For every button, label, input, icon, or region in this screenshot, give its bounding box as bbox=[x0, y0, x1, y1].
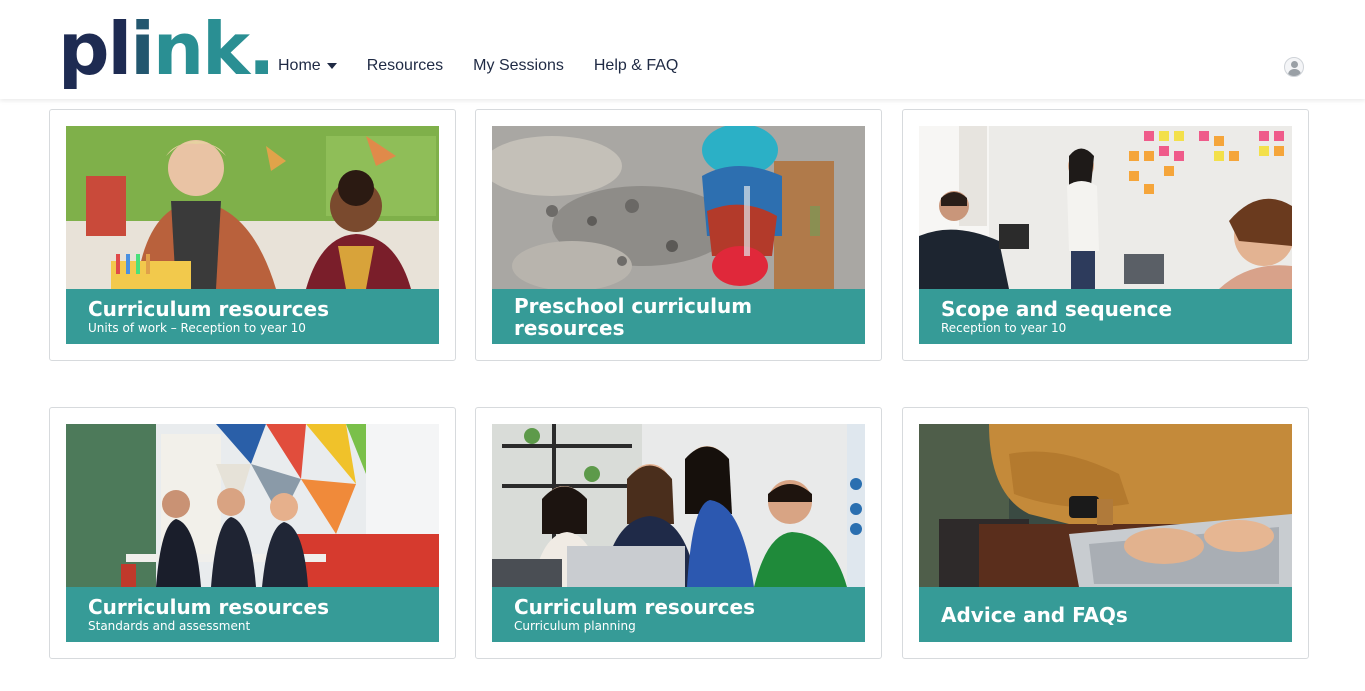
card-subtitle: Reception to year 10 bbox=[941, 320, 1067, 335]
card-title: Advice and FAQs bbox=[941, 602, 1128, 627]
card-subtitle: Curriculum planning bbox=[514, 618, 636, 633]
chevron-down-icon bbox=[326, 63, 337, 69]
card-banner: Curriculum resources Units of work – Rec… bbox=[66, 289, 439, 344]
card-scope-and-sequence[interactable]: Scope and sequence Reception to year 10 bbox=[902, 109, 1309, 361]
avatar-head-shape bbox=[1291, 61, 1298, 68]
teacher-and-student-photo bbox=[66, 126, 439, 289]
nav-my-sessions-label: My Sessions bbox=[473, 57, 564, 74]
main-nav: Home Resources My Sessions Help & FAQ bbox=[278, 52, 708, 80]
card-title: Scope and sequence bbox=[941, 296, 1173, 321]
logo-text-2: i bbox=[130, 7, 155, 91]
card-banner: Scope and sequence Reception to year 10 bbox=[919, 289, 1292, 344]
top-header: plink. Home Resources My Sessions Help &… bbox=[0, 0, 1365, 99]
hands-on-laptop-photo bbox=[919, 424, 1292, 587]
nav-my-sessions[interactable]: My Sessions bbox=[473, 57, 564, 75]
team-around-laptop-photo bbox=[492, 424, 865, 587]
card-title: Curriculum resources bbox=[88, 296, 329, 321]
students-studying-photo bbox=[66, 424, 439, 587]
card-title: Preschool curriculum resources bbox=[514, 293, 753, 340]
nav-resources-label: Resources bbox=[366, 57, 444, 74]
card-curriculum-resources-planning[interactable]: Curriculum resources Curriculum planning bbox=[475, 407, 882, 659]
card-subtitle: Units of work – Reception to year 10 bbox=[88, 320, 306, 335]
office-sticky-notes-photo bbox=[919, 126, 1292, 289]
card-title: Curriculum resources bbox=[88, 594, 329, 619]
card-subtitle: Standards and assessment bbox=[88, 618, 251, 633]
logo-dot: . bbox=[248, 7, 275, 91]
card-curriculum-resources-standards[interactable]: Curriculum resources Standards and asses… bbox=[49, 407, 456, 659]
card-banner: Curriculum resources Curriculum planning bbox=[492, 587, 865, 642]
card-banner: Advice and FAQs bbox=[919, 587, 1292, 642]
nav-home[interactable]: Home bbox=[278, 57, 337, 75]
nav-help-faq-label: Help & FAQ bbox=[593, 57, 679, 74]
card-advice-and-faqs[interactable]: Advice and FAQs bbox=[902, 407, 1309, 659]
child-playing-in-sand-photo bbox=[492, 126, 865, 289]
card-title: Curriculum resources bbox=[514, 594, 755, 619]
card-curriculum-resources-units[interactable]: Curriculum resources Units of work – Rec… bbox=[49, 109, 456, 361]
nav-help-faq[interactable]: Help & FAQ bbox=[594, 57, 678, 75]
nav-resources[interactable]: Resources bbox=[367, 57, 443, 75]
logo-text-3: nk bbox=[152, 7, 250, 91]
user-avatar-icon[interactable] bbox=[1284, 57, 1304, 77]
avatar-body-shape bbox=[1288, 69, 1301, 76]
card-preschool-curriculum-resources[interactable]: Preschool curriculum resources bbox=[475, 109, 882, 361]
logo-text-1: pl bbox=[58, 7, 132, 91]
card-banner: Preschool curriculum resources bbox=[492, 289, 865, 344]
card-banner: Curriculum resources Standards and asses… bbox=[66, 587, 439, 642]
plink-logo[interactable]: plink. bbox=[58, 6, 275, 92]
nav-home-label: Home bbox=[278, 57, 321, 74]
